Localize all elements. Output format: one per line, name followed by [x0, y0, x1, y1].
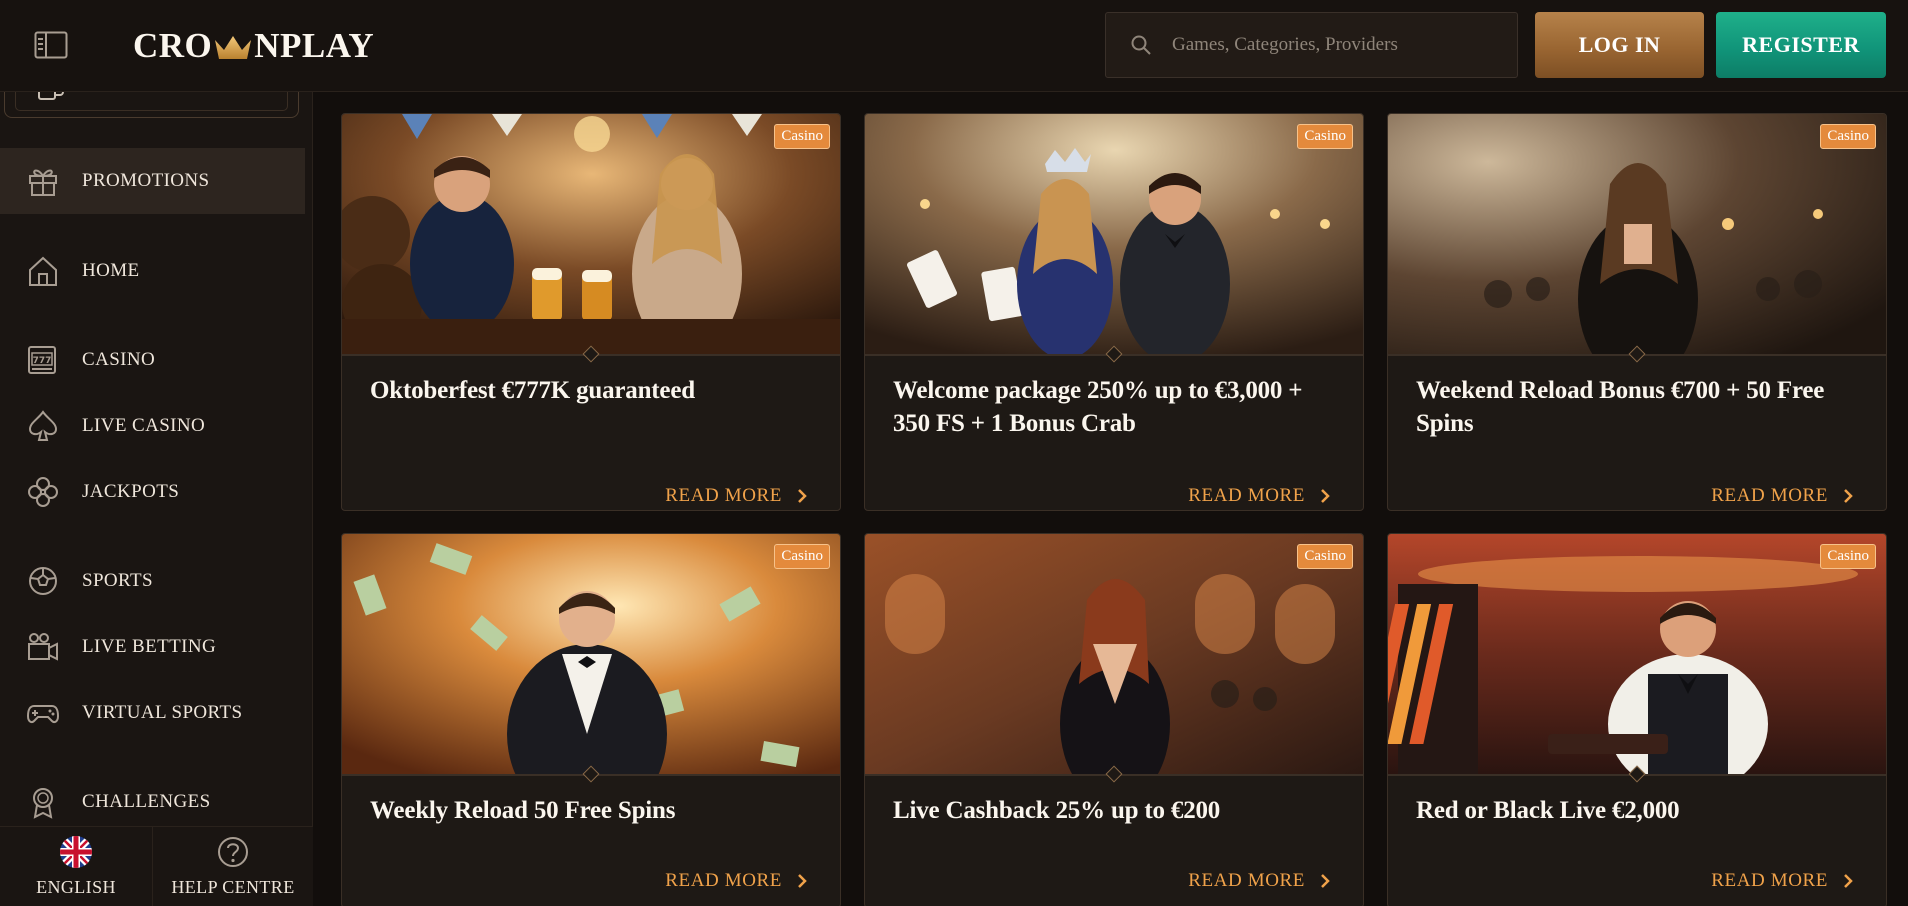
read-more-label: READ MORE — [665, 870, 782, 891]
category-badge: Casino — [1820, 544, 1876, 569]
sidebar-item-label: SPORTS — [82, 570, 153, 591]
read-more-link[interactable]: READ MORE — [665, 485, 810, 507]
chevron-right-icon — [1321, 489, 1330, 503]
chevron-right-icon — [798, 874, 807, 888]
search-box[interactable] — [1105, 12, 1518, 78]
sidebar: OKTOBERFEST PROMOTIONS HOME 777 CASINO — [0, 72, 313, 906]
sidebar-footer: ENGLISH HELP CENTRE — [0, 826, 313, 906]
promo-title: Live Cashback 25% up to €200 — [893, 797, 1221, 824]
promo-title: Weekly Reload 50 Free Spins — [370, 797, 676, 824]
promo-card-welcome-package[interactable]: Casino Welcome package 250% up to €3,000… — [864, 113, 1364, 511]
promo-card-live-cashback[interactable]: Casino Live Cashback 25% up to €200 READ… — [864, 533, 1364, 906]
category-badge: Casino — [774, 544, 830, 569]
category-badge: Casino — [1297, 124, 1353, 149]
read-more-link[interactable]: READ MORE — [1711, 870, 1856, 892]
sidebar-item-label: CASINO — [82, 349, 156, 370]
chevron-right-icon — [798, 489, 807, 503]
sidebar-item-casino[interactable]: 777 CASINO — [0, 327, 305, 393]
slot-machine-icon: 777 — [28, 346, 56, 374]
read-more-label: READ MORE — [1711, 485, 1828, 506]
promo-image — [865, 534, 1363, 774]
chevron-right-icon — [1844, 874, 1853, 888]
sidebar-item-label: JACKPOTS — [82, 481, 180, 502]
soccer-ball-icon — [29, 567, 57, 595]
promo-card-weekend-reload[interactable]: Casino Weekend Reload Bonus €700 + 50 Fr… — [1387, 113, 1887, 511]
sidebar-item-sports[interactable]: SPORTS — [0, 548, 305, 614]
medal-icon — [33, 788, 53, 819]
promo-image — [1388, 534, 1886, 774]
promo-title: Welcome package 250% up to €3,000 + 350 … — [893, 377, 1303, 437]
sidebar-item-label: VIRTUAL SPORTS — [82, 702, 243, 723]
sidebar-item-virtual-sports[interactable]: VIRTUAL SPORTS — [0, 680, 305, 746]
help-centre-link[interactable]: HELP CENTRE — [152, 827, 313, 906]
read-more-link[interactable]: READ MORE — [1711, 485, 1856, 507]
sidebar-item-promotions[interactable]: PROMOTIONS — [0, 148, 305, 214]
crown-icon — [213, 31, 253, 61]
category-badge: Casino — [1297, 544, 1353, 569]
promo-title: Oktoberfest €777K guaranteed — [370, 377, 695, 404]
home-icon — [29, 256, 57, 286]
sidebar-item-label: PROMOTIONS — [82, 170, 210, 191]
category-badge: Casino — [774, 124, 830, 149]
chevron-right-icon — [1844, 489, 1853, 503]
read-more-label: READ MORE — [1188, 485, 1305, 506]
language-selector[interactable]: ENGLISH — [0, 827, 152, 906]
promo-image — [1388, 114, 1886, 354]
chevron-right-icon — [1321, 874, 1330, 888]
uk-flag-icon — [60, 836, 92, 868]
promo-card-oktoberfest[interactable]: Casino Oktoberfest €777K guaranteed READ… — [341, 113, 841, 511]
search-input[interactable] — [1172, 34, 1502, 56]
sidebar-item-label: LIVE CASINO — [82, 415, 206, 436]
logo-text-left: CRO — [133, 26, 213, 65]
logo-text-right: NPLAY — [254, 26, 375, 65]
read-more-label: READ MORE — [665, 485, 782, 506]
top-header: CRO NPLAY LOG IN REGISTER — [0, 0, 1908, 92]
svg-text:777: 777 — [33, 356, 52, 366]
crownplay-logo[interactable]: CRO NPLAY — [133, 26, 374, 66]
gift-icon — [29, 169, 57, 196]
promo-card-weekly-reload[interactable]: Casino Weekly Reload 50 Free Spins READ … — [341, 533, 841, 906]
sidebar-item-live-casino[interactable]: LIVE CASINO — [0, 393, 305, 459]
sidebar-item-home[interactable]: HOME — [0, 238, 305, 304]
login-button[interactable]: LOG IN — [1535, 12, 1704, 78]
spade-icon — [28, 410, 58, 441]
help-centre-label: HELP CENTRE — [171, 877, 295, 897]
sidebar-toggle-icon[interactable] — [34, 31, 68, 59]
read-more-link[interactable]: READ MORE — [1188, 870, 1333, 892]
promo-image — [342, 114, 840, 354]
read-more-label: READ MORE — [1188, 870, 1305, 891]
promo-card-red-or-black[interactable]: Casino Red or Black Live €2,000 READ MOR… — [1387, 533, 1887, 906]
sidebar-item-label: CHALLENGES — [82, 791, 211, 812]
promotions-grid: Casino Oktoberfest €777K guaranteed READ… — [313, 92, 1908, 906]
promo-title: Weekend Reload Bonus €700 + 50 Free Spin… — [1416, 377, 1825, 437]
help-icon — [218, 837, 248, 867]
register-button[interactable]: REGISTER — [1716, 12, 1886, 78]
promo-image — [342, 534, 840, 774]
language-label: ENGLISH — [36, 877, 116, 897]
sidebar-item-live-betting[interactable]: LIVE BETTING — [0, 614, 305, 680]
clover-icon — [28, 477, 58, 507]
read-more-label: READ MORE — [1711, 870, 1828, 891]
camera-icon — [28, 633, 58, 661]
search-icon — [1131, 35, 1151, 55]
read-more-link[interactable]: READ MORE — [1188, 485, 1333, 507]
read-more-link[interactable]: READ MORE — [665, 870, 810, 892]
promo-title: Red or Black Live €2,000 — [1416, 797, 1680, 824]
category-badge: Casino — [1820, 124, 1876, 149]
sidebar-item-jackpots[interactable]: JACKPOTS — [0, 459, 305, 525]
promo-image — [865, 114, 1363, 354]
sidebar-item-label: LIVE BETTING — [82, 636, 217, 657]
gamepad-icon — [26, 705, 60, 724]
sidebar-item-label: HOME — [82, 260, 140, 281]
